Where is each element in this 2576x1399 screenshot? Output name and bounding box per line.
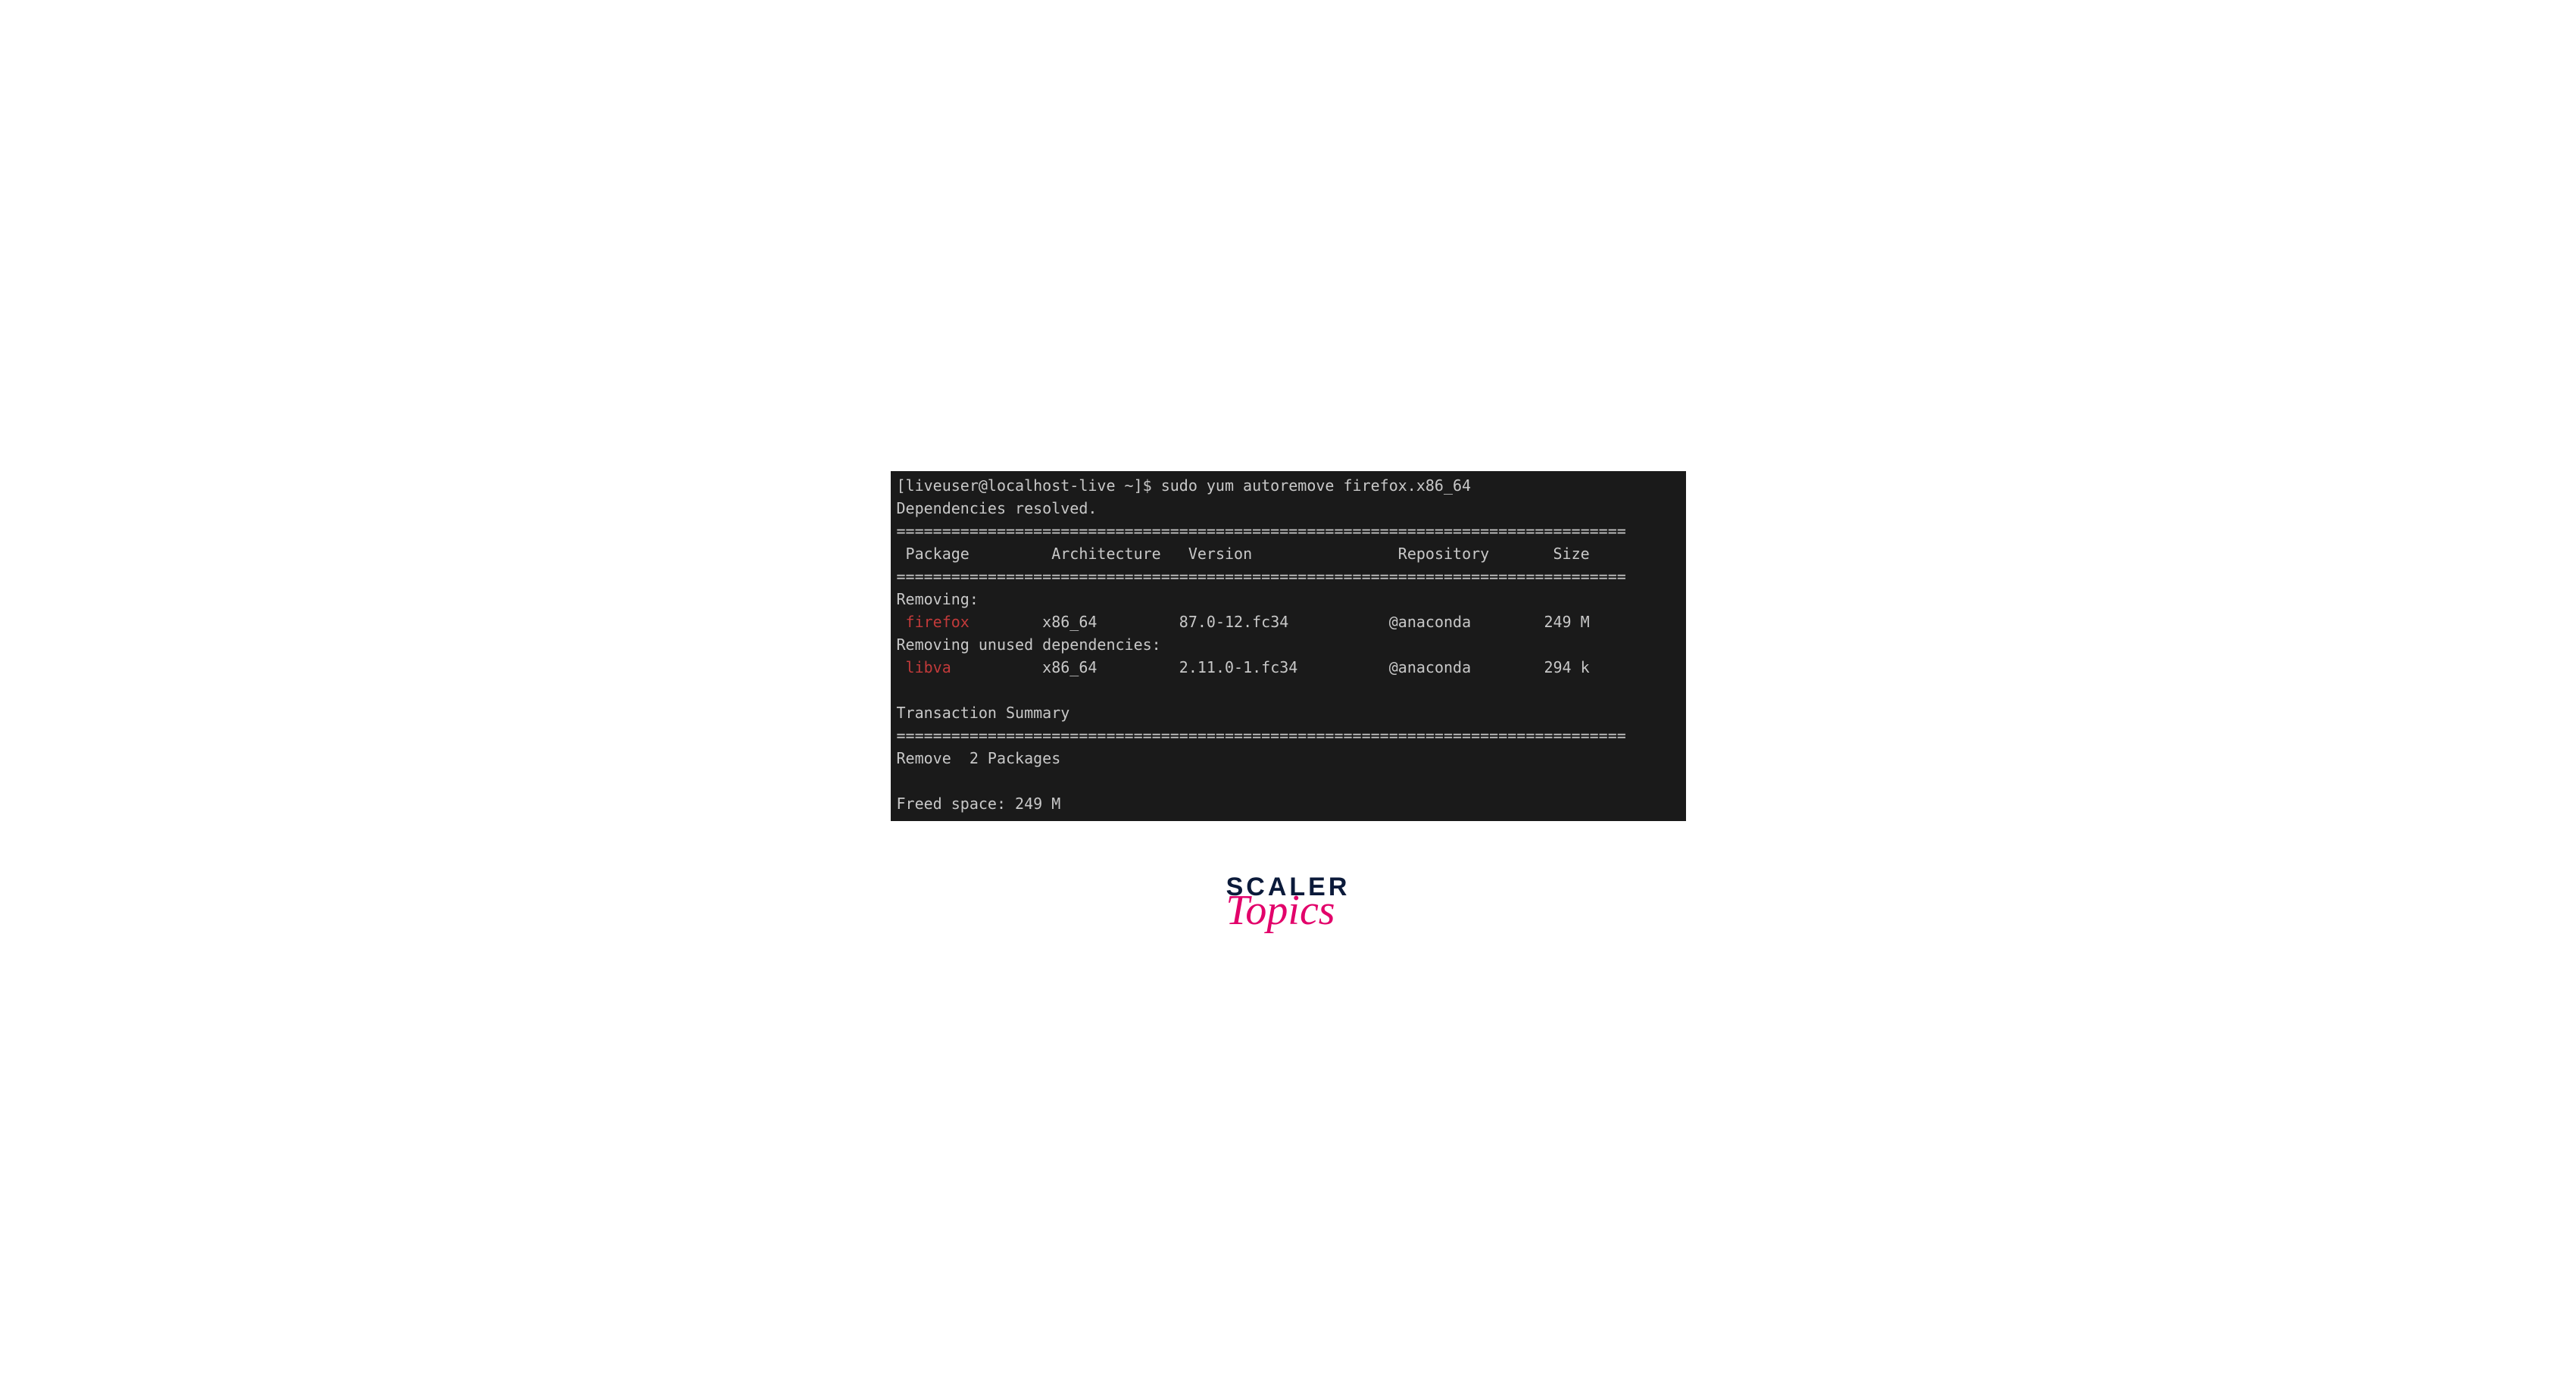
- divider-bottom: ========================================…: [897, 726, 1626, 745]
- header-version: Version: [1188, 545, 1252, 563]
- header-arch: Architecture: [1051, 545, 1161, 563]
- prompt-line: [liveuser@localhost-live ~]$ sudo yum au…: [897, 476, 1472, 495]
- pkg-firefox-repo: @anaconda: [1389, 613, 1471, 631]
- transaction-summary: Transaction Summary: [897, 704, 1070, 722]
- terminal-output: [liveuser@localhost-live ~]$ sudo yum au…: [891, 471, 1686, 821]
- pkg-libva-arch: x86_64: [1042, 658, 1097, 676]
- header-size: Size: [1553, 545, 1590, 563]
- remove-count: Remove 2 Packages: [897, 749, 1061, 767]
- divider-top: ========================================…: [897, 522, 1626, 540]
- removing-unused-label: Removing unused dependencies:: [897, 635, 1161, 654]
- pkg-libva: libva: [897, 658, 951, 676]
- deps-resolved: Dependencies resolved.: [897, 499, 1098, 517]
- divider-mid: ========================================…: [897, 567, 1626, 586]
- pkg-libva-repo: @anaconda: [1389, 658, 1471, 676]
- logo-topics-text: Topics: [1211, 894, 1350, 928]
- removing-label: Removing:: [897, 590, 979, 608]
- scaler-logo: SCALER Topics: [1226, 874, 1350, 928]
- pkg-libva-size: 294 k: [1544, 658, 1589, 676]
- pkg-firefox-version: 87.0-12.fc34: [1179, 613, 1289, 631]
- pkg-firefox: firefox: [897, 613, 970, 631]
- header-package: Package: [897, 545, 970, 563]
- pkg-libva-version: 2.11.0-1.fc34: [1179, 658, 1298, 676]
- header-repo: Repository: [1398, 545, 1489, 563]
- freed-space: Freed space: 249 M: [897, 795, 1061, 813]
- pkg-firefox-size: 249 M: [1544, 613, 1589, 631]
- pkg-firefox-arch: x86_64: [1042, 613, 1097, 631]
